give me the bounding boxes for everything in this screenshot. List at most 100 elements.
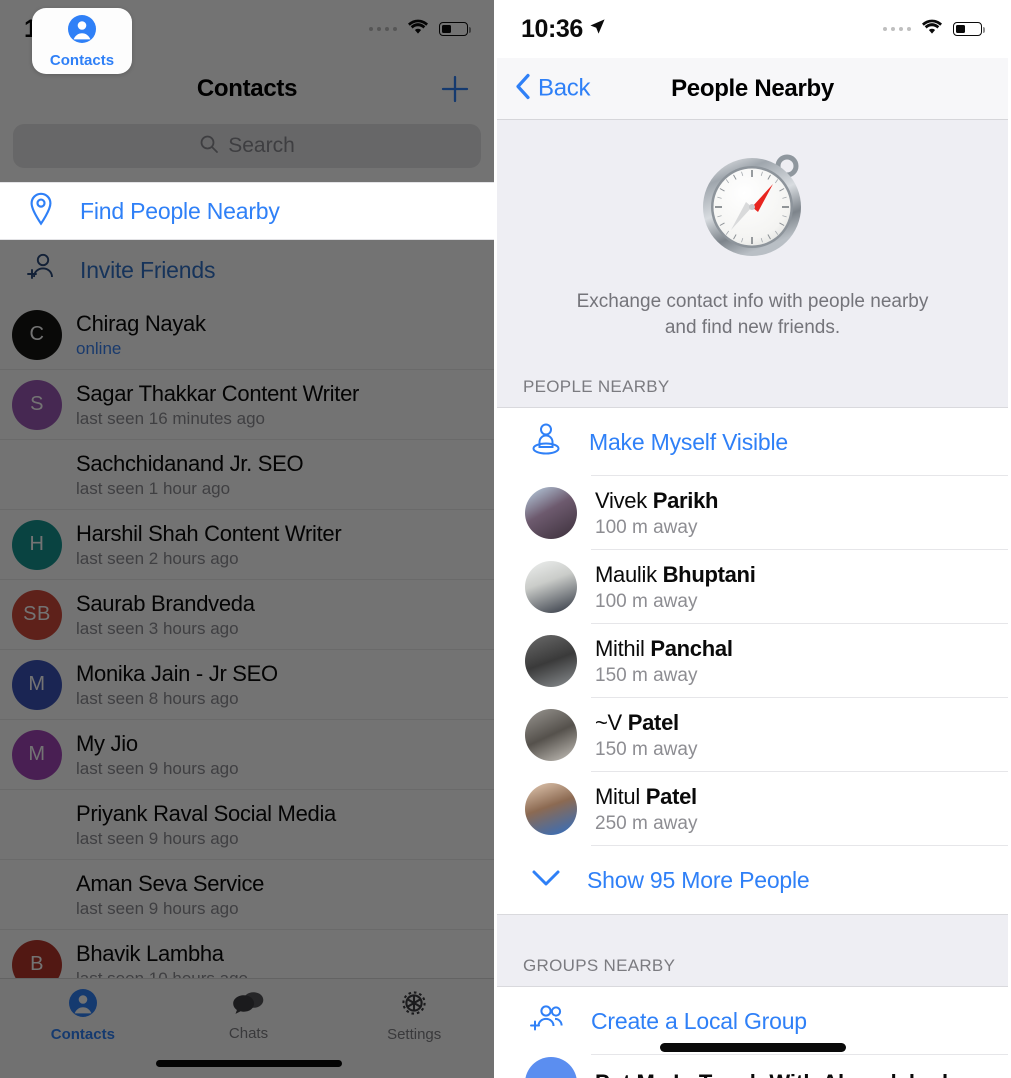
avatar: C [12, 309, 62, 360]
person-name: ~V Patel [595, 710, 697, 736]
contact-name: Harshil Shah Content Writer [76, 520, 342, 546]
tab-contacts-highlighted[interactable]: Contacts [32, 8, 132, 74]
status-left: 10:36 [521, 15, 606, 44]
map-pin-icon [26, 192, 56, 231]
search-icon [199, 134, 219, 159]
avatar-initials: M [28, 743, 46, 765]
avatar: H [12, 519, 62, 570]
avatar-initials: H [29, 533, 45, 555]
contact-status: last seen 9 hours ago [76, 828, 239, 848]
contact-row[interactable]: Sachchidanand Jr. SEO last seen 1 hour ag… [0, 440, 494, 510]
person-row[interactable]: Maulik Bhuptani 100 m away [497, 550, 1008, 625]
person-last-name: Panchal [650, 635, 733, 661]
hero-description-line2: and find new friends. [664, 317, 841, 339]
contact-name: Monika Jain - Jr SEO [76, 660, 278, 686]
person-name: Mithil Panchal [595, 636, 733, 662]
tab-contacts-highlight-label: Contacts [49, 51, 115, 69]
bottom-tab-bar: Contacts Chats Settings [0, 978, 494, 1078]
contact-status: last seen 3 hours ago [76, 618, 239, 638]
person-first-name: Mitul [595, 783, 640, 809]
tab-contacts[interactable]: Contacts [0, 979, 166, 1051]
back-button-label: Back [538, 74, 591, 102]
avatar-initials: S [30, 393, 44, 415]
person-circle-icon [68, 988, 98, 1023]
avatar [525, 487, 577, 540]
wifi-icon [406, 18, 430, 41]
person-row[interactable]: Mitul Patel 250 m away [497, 772, 1008, 847]
person-row[interactable]: Mithil Panchal 150 m away [497, 624, 1008, 699]
contact-row[interactable]: Priyank Raval Social Media last seen 9 ho… [0, 790, 494, 860]
make-myself-visible-row[interactable]: Make Myself Visible [497, 408, 1008, 477]
person-row[interactable]: Vivek Parikh 100 m away [497, 476, 1008, 551]
chevron-down-icon [531, 869, 561, 892]
invite-friends-label: Invite Friends [80, 256, 216, 283]
contact-row[interactable]: S Sagar Thakkar Content Writer last seen 1… [0, 370, 494, 440]
avatar [525, 783, 577, 836]
contact-row[interactable]: H Harshil Shah Content Writer last seen 2 … [0, 510, 494, 580]
person-add-icon [24, 252, 58, 289]
show-more-people-row[interactable]: Show 95 More People [497, 846, 1008, 915]
contact-row[interactable]: Aman Seva Service last seen 9 hours ago [0, 860, 494, 930]
contact-row[interactable]: M Monika Jain - Jr SEO last seen 8 hours a… [0, 650, 494, 720]
contact-row[interactable]: SB Saurab Brandveda last seen 3 hours ago [0, 580, 494, 650]
search-placeholder: Search [228, 134, 295, 157]
avatar-initials: C [29, 323, 45, 345]
left-phone-screen: 10:35 [0, 0, 497, 1078]
contact-name: Sagar Thakkar Content Writer [76, 380, 360, 406]
home-indicator [659, 1043, 846, 1052]
person-text: Vivek Parikh 100 m away [595, 488, 718, 539]
search-input[interactable]: Search [13, 124, 481, 168]
person-distance: 100 m away [595, 590, 698, 612]
contact-status: last seen 9 hours ago [76, 898, 239, 918]
avatar-initials: SB [23, 603, 51, 625]
contact-row[interactable]: M My Jio last seen 9 hours ago [0, 720, 494, 790]
create-local-group-label: Create a Local Group [591, 1007, 807, 1034]
battery-icon [439, 22, 472, 36]
tab-contacts-label: Contacts [50, 1025, 115, 1043]
hero-section: Exchange contact info with people nearby… [497, 120, 1008, 358]
person-name: Mitul Patel [595, 784, 697, 810]
person-distance: 250 m away [595, 812, 698, 834]
person-text: ~V Patel 150 m away [595, 710, 697, 761]
right-status-bar: 10:36 [497, 0, 1008, 58]
invite-friends-row[interactable]: Invite Friends [0, 240, 494, 300]
person-text: Mitul Patel 250 m away [595, 784, 697, 835]
person-circle-icon-highlight [67, 14, 97, 49]
home-indicator [155, 1060, 342, 1067]
group-row[interactable]: Put Me In Touch With Ahmedabad [497, 1055, 1008, 1078]
make-myself-visible-label: Make Myself Visible [589, 428, 789, 455]
person-row[interactable]: ~V Patel 150 m away [497, 698, 1008, 773]
back-button[interactable]: Back [515, 72, 590, 105]
person-last-name: Parikh [652, 487, 719, 513]
contact-status: last seen 9 hours ago [76, 758, 239, 778]
avatar [12, 450, 62, 500]
status-right [368, 18, 472, 41]
tab-chats[interactable]: Chats [166, 979, 332, 1051]
avatar: SB [12, 589, 62, 640]
hero-description: Exchange contact info with people nearby… [577, 289, 929, 341]
contact-text: My Jio last seen 9 hours ago [76, 731, 239, 779]
person-text: Mithil Panchal 150 m away [595, 636, 733, 687]
right-phone-screen: 10:36 Back People Nearby Exchange contac… [497, 0, 1008, 1078]
group-add-icon [529, 1003, 565, 1040]
contact-status: last seen 8 hours ago [76, 688, 239, 708]
contact-text: Saurab Brandveda last seen 3 hours ago [76, 591, 255, 639]
contact-text: Sagar Thakkar Content Writer last seen 16… [76, 381, 359, 429]
avatar-initials: M [28, 673, 46, 695]
section-divider-band [497, 914, 1008, 949]
person-name: Maulik Bhuptani [595, 562, 756, 588]
contact-name: Chirag Nayak [76, 310, 206, 336]
search-container: Search [0, 120, 494, 182]
page-title: Contacts [196, 75, 298, 102]
avatar-initials: B [30, 953, 44, 975]
person-first-name: Vivek [595, 487, 647, 513]
contact-text: Chirag Nayak online [76, 311, 206, 359]
right-nav-bar: Back People Nearby [497, 58, 1008, 120]
contact-row[interactable]: C Chirag Nayak online [0, 300, 494, 370]
plus-icon[interactable] [440, 74, 470, 104]
show-more-people-label: Show 95 More People [587, 866, 810, 893]
find-people-nearby-row[interactable]: Find People Nearby [0, 182, 494, 240]
tab-settings[interactable]: Settings [331, 979, 494, 1051]
wifi-icon [920, 18, 944, 41]
avatar [525, 709, 577, 762]
